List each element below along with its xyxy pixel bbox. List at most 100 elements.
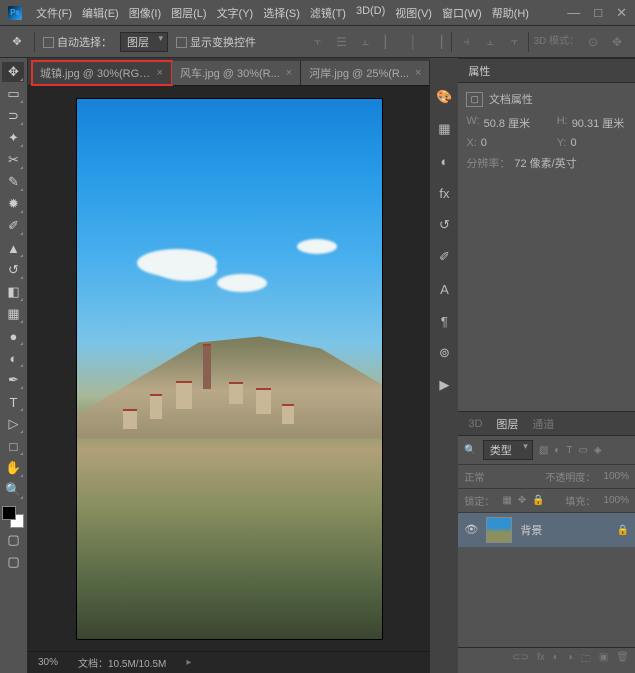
zoom-level[interactable]: 30% — [38, 657, 58, 668]
move-tool[interactable]: ✥ — [2, 62, 24, 82]
lasso-tool[interactable]: ⊃ — [2, 106, 24, 126]
3d-pan-icon[interactable]: ✥ — [607, 32, 627, 52]
color-swatch[interactable] — [2, 506, 24, 528]
tab-close-icon[interactable]: × — [157, 67, 163, 79]
auto-select-checkbox[interactable]: 自动选择： — [43, 34, 112, 50]
eyedropper-tool[interactable]: ✎ — [2, 172, 24, 192]
align-right-icon[interactable]: ▕ — [427, 32, 447, 52]
document-tab[interactable]: 河岸.jpg @ 25%(R...× — [301, 61, 430, 85]
menu-图像(I)[interactable]: 图像(I) — [125, 5, 165, 21]
layer-item-background[interactable]: 👁 背景 🔒 — [458, 513, 635, 547]
canvas-area[interactable] — [28, 86, 431, 651]
lock-all-icon[interactable]: 🔒 — [532, 495, 544, 506]
adjustments-panel-icon[interactable]: ◐ — [435, 152, 453, 170]
align-top-icon[interactable]: ⫟ — [307, 32, 327, 52]
cc-panel-icon[interactable]: ⊚ — [435, 344, 453, 362]
filter-adjust-icon[interactable]: ◐ — [554, 445, 560, 456]
link-layers-icon[interactable]: ⊂⊃ — [512, 652, 529, 669]
path-selection-tool[interactable]: ▷ — [2, 414, 24, 434]
menu-文件(F)[interactable]: 文件(F) — [32, 5, 76, 21]
auto-select-dropdown[interactable]: 图层 — [120, 32, 168, 52]
menu-编辑(E)[interactable]: 编辑(E) — [78, 5, 123, 21]
gradient-tool[interactable]: ▦ — [2, 304, 24, 324]
tab-channels[interactable]: 通道 — [530, 416, 556, 432]
blend-mode-dropdown[interactable]: 正常 — [464, 469, 484, 484]
filter-kind-icon[interactable]: 🔍 — [464, 445, 476, 456]
menu-3D(D)[interactable]: 3D(D) — [352, 5, 389, 21]
align-vcenter-icon[interactable]: ☰ — [331, 32, 351, 52]
status-dropdown-icon[interactable]: ▸ — [186, 657, 191, 668]
align-bottom-icon[interactable]: ⫠ — [355, 32, 375, 52]
menu-视图(V)[interactable]: 视图(V) — [391, 5, 436, 21]
styles-panel-icon[interactable]: fx — [435, 184, 453, 202]
layer-mask-icon[interactable]: ◐ — [553, 652, 559, 669]
layer-thumbnail[interactable] — [486, 517, 512, 543]
layer-group-icon[interactable]: 🗀 — [581, 652, 591, 669]
current-tool-icon[interactable]: ✥ — [8, 33, 26, 51]
hand-tool[interactable]: ✋ — [2, 458, 24, 478]
dodge-tool[interactable]: ◐ — [2, 348, 24, 368]
brush-tool[interactable]: ✐ — [2, 216, 24, 236]
marquee-tool[interactable]: ▭ — [2, 84, 24, 104]
visibility-eye-icon[interactable]: 👁 — [464, 523, 478, 537]
distribute-3-icon[interactable]: ⫟ — [504, 32, 524, 52]
fill-value[interactable]: 100% — [603, 495, 629, 506]
tab-close-icon[interactable]: × — [415, 67, 421, 79]
eraser-tool[interactable]: ◧ — [2, 282, 24, 302]
rectangle-tool[interactable]: □ — [2, 436, 24, 456]
layer-name-label[interactable]: 背景 — [520, 522, 542, 538]
filter-type-icon[interactable]: T — [566, 445, 572, 456]
character-panel-icon[interactable]: A — [435, 280, 453, 298]
filter-pixel-icon[interactable]: ▧ — [539, 445, 548, 456]
maximize-button[interactable]: □ — [594, 5, 602, 21]
history-panel-icon[interactable]: ↺ — [435, 216, 453, 234]
quick-mask-icon[interactable]: ▢ — [2, 530, 24, 550]
swatches-panel-icon[interactable]: ▦ — [435, 120, 453, 138]
crop-tool[interactable]: ✂ — [2, 150, 24, 170]
new-layer-icon[interactable]: ▣ — [599, 652, 608, 669]
doc-size-info[interactable]: 文档：10.5M/10.5M — [78, 655, 166, 670]
align-hcenter-icon[interactable]: │ — [403, 32, 423, 52]
document-tab[interactable]: 风车.jpg @ 30%(R...× — [172, 61, 301, 85]
menu-选择(S)[interactable]: 选择(S) — [259, 5, 304, 21]
filter-smart-icon[interactable]: ◈ — [594, 445, 602, 456]
3d-orbit-icon[interactable]: ⊙ — [583, 32, 603, 52]
delete-layer-icon[interactable]: 🗑 — [616, 652, 629, 669]
pen-tool[interactable]: ✒ — [2, 370, 24, 390]
menu-滤镜(T)[interactable]: 滤镜(T) — [306, 5, 350, 21]
screen-mode-icon[interactable]: ▢ — [2, 552, 24, 572]
layer-fx-icon[interactable]: fx — [537, 652, 545, 669]
distribute-h-icon[interactable]: ⫞ — [456, 32, 476, 52]
adjustment-layer-icon[interactable]: ◑ — [567, 652, 573, 669]
distribute-v-icon[interactable]: ⫠ — [480, 32, 500, 52]
brush-panel-icon[interactable]: ✐ — [435, 248, 453, 266]
magic-wand-tool[interactable]: ✦ — [2, 128, 24, 148]
layer-kind-dropdown[interactable]: 类型 — [483, 440, 533, 460]
menu-文字(Y)[interactable]: 文字(Y) — [213, 5, 258, 21]
filter-shape-icon[interactable]: ▭ — [578, 445, 587, 456]
actions-panel-icon[interactable]: ▶ — [435, 376, 453, 394]
type-tool[interactable]: T — [2, 392, 24, 412]
paragraph-panel-icon[interactable]: ¶ — [435, 312, 453, 330]
menu-窗口(W)[interactable]: 窗口(W) — [438, 5, 486, 21]
zoom-tool[interactable]: 🔍 — [2, 480, 24, 500]
history-brush-tool[interactable]: ↺ — [2, 260, 24, 280]
tab-properties[interactable]: 属性 — [466, 63, 492, 79]
tab-layers[interactable]: 图层 — [494, 416, 520, 432]
minimize-button[interactable]: — — [567, 5, 580, 21]
color-panel-icon[interactable]: 🎨 — [435, 88, 453, 106]
opacity-value[interactable]: 100% — [603, 471, 629, 482]
close-button[interactable]: ✕ — [616, 5, 627, 21]
tab-3d[interactable]: 3D — [466, 418, 484, 430]
blur-tool[interactable]: ● — [2, 326, 24, 346]
document-tab[interactable]: 城镇.jpg @ 30%(RGB/8#) *× — [32, 61, 172, 85]
clone-stamp-tool[interactable]: ▲ — [2, 238, 24, 258]
menu-图层(L)[interactable]: 图层(L) — [167, 5, 210, 21]
show-transform-checkbox[interactable]: 显示变换控件 — [176, 34, 256, 50]
lock-position-icon[interactable]: ✥ — [518, 495, 526, 506]
healing-brush-tool[interactable]: ✹ — [2, 194, 24, 214]
align-left-icon[interactable]: ▏ — [379, 32, 399, 52]
lock-pixels-icon[interactable]: ▦ — [502, 495, 511, 506]
tab-close-icon[interactable]: × — [286, 67, 292, 79]
menu-帮助(H)[interactable]: 帮助(H) — [488, 5, 533, 21]
